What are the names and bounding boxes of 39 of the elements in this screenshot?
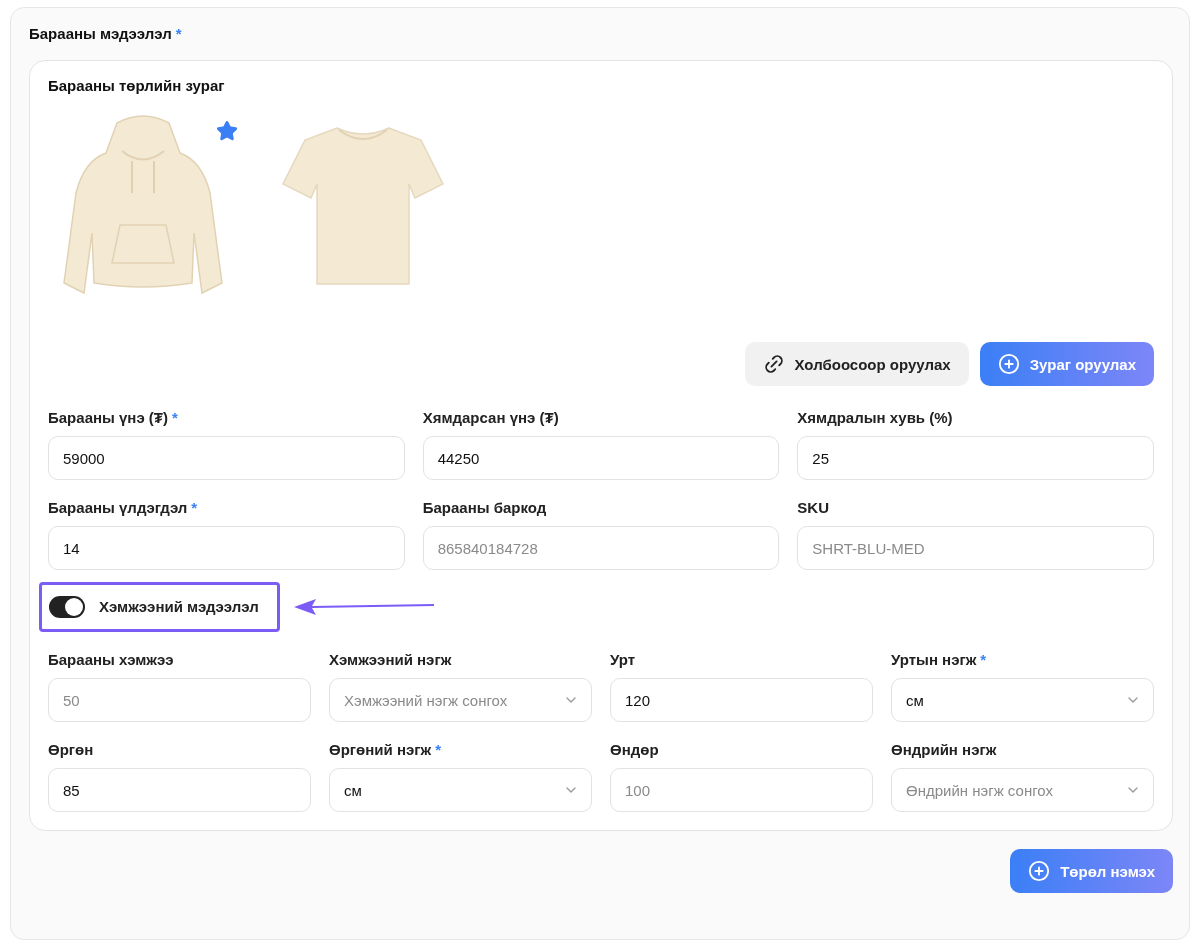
toggle-switch[interactable] — [49, 596, 85, 618]
input-field[interactable]: 100 — [610, 768, 873, 812]
select-field[interactable]: см — [891, 678, 1154, 722]
input-field[interactable]: 25 — [797, 436, 1154, 480]
add-type-button[interactable]: Төрөл нэмэх — [1010, 849, 1173, 893]
field-label: Барааны хэмжээ — [48, 650, 175, 670]
input-field[interactable]: 44250 — [422, 436, 780, 480]
plus-circle-icon — [997, 353, 1020, 375]
select-field[interactable]: см — [329, 768, 592, 812]
upload-image-button[interactable]: Зураг оруулах — [979, 342, 1154, 386]
plus-circle-icon — [1028, 860, 1051, 882]
field-label: Өргөн — [48, 740, 95, 760]
field-label: Хямдарсан үнэ (₮) — [422, 408, 560, 428]
field-label: Хямдралын хувь (%) — [797, 408, 954, 428]
field-label: Барааны үнэ (₮) * — [48, 408, 179, 428]
field-label: Урт — [610, 650, 637, 670]
input-field[interactable]: 59000 — [48, 436, 405, 480]
input-field[interactable]: 50 — [48, 678, 311, 722]
field-label: Барааны баркод — [422, 498, 548, 518]
select-field[interactable]: Өндрийн нэгж сонгох — [891, 768, 1154, 812]
input-field[interactable]: 85 — [48, 768, 311, 812]
field-label: Өндрийн нэгж — [891, 740, 998, 760]
select-field[interactable]: Хэмжээний нэгж сонгох — [329, 678, 592, 722]
section-title: Барааны мэдээлэл * — [29, 24, 183, 44]
input-field[interactable]: 865840184728 — [422, 526, 780, 570]
field-label: Барааны үлдэгдэл * — [48, 498, 199, 518]
images-title: Барааны төрлийн зураг — [48, 76, 226, 96]
field-label: Хэмжээний нэгж — [329, 650, 453, 670]
link-upload-button[interactable]: Холбоосоор оруулах — [744, 342, 969, 386]
field-label: Уртын нэгж * — [891, 650, 988, 670]
field-label: Өргөний нэгж * — [329, 740, 442, 760]
toggle-label: Хэмжээний мэдээлэл — [99, 597, 259, 617]
field-label: SKU — [797, 498, 830, 518]
input-field[interactable]: SHRT-BLU-MED — [797, 526, 1154, 570]
input-field[interactable]: 14 — [48, 526, 405, 570]
field-label: Өндөр — [610, 740, 660, 760]
star-icon[interactable] — [216, 120, 238, 142]
pointer-arrow-icon — [293, 598, 434, 616]
input-field[interactable]: 120 — [610, 678, 873, 722]
